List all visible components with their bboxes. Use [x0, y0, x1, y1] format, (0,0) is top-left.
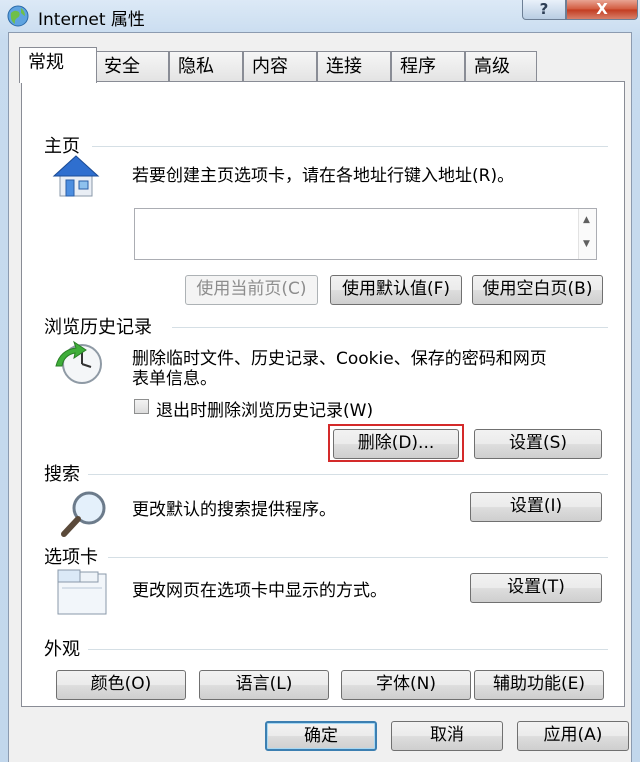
homepage-address-field[interactable]: ▲ ▼ — [134, 208, 597, 260]
delete-on-exit-label[interactable]: 退出时删除浏览历史记录(W) — [156, 396, 373, 421]
colors-button[interactable]: 颜色(O) — [56, 670, 186, 700]
scroll-down-icon[interactable]: ▼ — [583, 239, 590, 249]
homepage-group-divider — [92, 146, 608, 147]
homepage-description: 若要创建主页选项卡，请在各地址行键入地址(R)。 — [132, 166, 515, 186]
use-current-page-button[interactable]: 使用当前页(C) — [185, 275, 318, 305]
history-settings-button[interactable]: 设置(S) — [474, 429, 602, 459]
scroll-up-icon[interactable]: ▲ — [583, 215, 590, 225]
home-icon — [52, 154, 100, 202]
history-group-label: 浏览历史记录 — [44, 313, 156, 339]
tab-advanced[interactable]: 高级 — [465, 51, 537, 82]
tabs-group-label: 选项卡 — [44, 543, 102, 569]
appearance-group-divider — [88, 649, 608, 650]
appearance-group-label: 外观 — [44, 635, 84, 661]
magnifier-icon — [58, 488, 110, 544]
history-group-divider — [172, 327, 608, 328]
search-group-label: 搜索 — [44, 460, 84, 486]
languages-button[interactable]: 语言(L) — [199, 670, 329, 700]
tabs-description: 更改网页在选项卡中显示的方式。 — [132, 581, 387, 601]
tab-programs[interactable]: 程序 — [391, 51, 465, 82]
tabs-settings-button[interactable]: 设置(T) — [470, 573, 602, 603]
use-default-button[interactable]: 使用默认值(F) — [330, 275, 462, 305]
delete-history-button[interactable]: 删除(D)... — [333, 429, 459, 459]
tab-security[interactable]: 安全 — [95, 51, 169, 82]
tab-connections[interactable]: 连接 — [317, 51, 391, 82]
cancel-button[interactable]: 取消 — [391, 721, 503, 751]
tabbed-window-icon — [56, 568, 108, 620]
fonts-button[interactable]: 字体(N) — [341, 670, 471, 700]
tab-privacy[interactable]: 隐私 — [169, 51, 243, 82]
search-description: 更改默认的搜索提供程序。 — [132, 500, 336, 520]
window-title: Internet 属性 — [38, 10, 145, 30]
search-settings-button[interactable]: 设置(I) — [470, 492, 602, 522]
use-blank-button[interactable]: 使用空白页(B) — [472, 275, 603, 305]
apply-button[interactable]: 应用(A) — [517, 721, 629, 751]
tab-general[interactable]: 常规 — [19, 47, 97, 83]
accessibility-button[interactable]: 辅助功能(E) — [474, 670, 604, 700]
internet-options-window: Internet 属性 ? X 常规 安全 隐私 内容 连接 程序 高级 主页 … — [0, 0, 640, 762]
close-button[interactable]: X — [566, 0, 638, 20]
tabs-group-divider — [108, 557, 608, 558]
clock-history-icon — [52, 340, 104, 392]
delete-on-exit-checkbox[interactable] — [134, 399, 149, 414]
history-description-line2: 表单信息。 — [132, 369, 217, 389]
search-group-divider — [88, 474, 608, 475]
general-tab-panel: 主页 若要创建主页选项卡，请在各地址行键入地址(R)。 ▲ ▼ 使用当前页(C)… — [21, 81, 625, 707]
address-scrollbar[interactable]: ▲ ▼ — [578, 209, 596, 259]
title-bar: Internet 属性 ? X — [0, 0, 640, 32]
dialog-client-area: 常规 安全 隐私 内容 连接 程序 高级 主页 若要创建主页选项卡，请在各地址行… — [8, 32, 632, 762]
help-button[interactable]: ? — [522, 0, 566, 20]
tab-content[interactable]: 内容 — [243, 51, 317, 82]
internet-globe-icon — [6, 4, 30, 28]
ok-button[interactable]: 确定 — [265, 721, 377, 751]
